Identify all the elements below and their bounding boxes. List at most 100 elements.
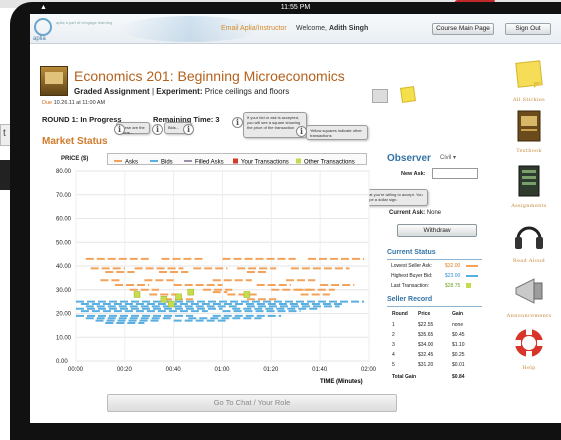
- email-instructor-link[interactable]: Email Aplia/Instructor: [221, 25, 287, 32]
- other-transaction-point: [175, 293, 182, 301]
- gain-cell: $1.10: [452, 342, 465, 348]
- gain-cell: $0.01: [452, 362, 465, 368]
- observer-select[interactable]: Civil ▾: [440, 153, 476, 164]
- gain-cell: none: [452, 322, 464, 328]
- sidebar-label: Assignments: [511, 203, 547, 209]
- lifebuoy-icon: [515, 329, 543, 357]
- legend-swatch-your-transactions: [233, 158, 238, 164]
- withdraw-button[interactable]: Withdraw: [397, 224, 477, 237]
- status-label: Last Transaction:: [391, 283, 430, 289]
- due-date: Due 10.26.11 at 11:00 AM: [42, 100, 105, 106]
- info-icon-filled[interactable]: i: [183, 124, 194, 135]
- info-icon-bids[interactable]: i: [152, 124, 163, 135]
- x-tick-label: 00:20: [117, 367, 133, 373]
- sidebar-item-assignments[interactable]: Assignments: [504, 164, 554, 209]
- logo-text: aplia: [33, 36, 46, 42]
- app-screen: aplia aplia a part of cengage learning E…: [30, 14, 561, 423]
- price-cell: $35.65: [418, 332, 434, 338]
- round-cell: 4: [392, 352, 395, 358]
- chart-y-ticks: 80.00 70.00 60.00 50.00 40.00 30.00 20.00 10.00…: [56, 169, 72, 365]
- seller-record-divider: [387, 306, 482, 307]
- sidebar-item-read-aloud[interactable]: Read Aloud: [504, 219, 554, 264]
- sticky-note-icon[interactable]: [400, 86, 416, 103]
- observer-title: Observer: [387, 153, 431, 164]
- desktop-tab-label: t: [3, 128, 6, 139]
- seller-record-title: Seller Record: [387, 296, 433, 303]
- market-status-title: Market Status: [42, 136, 108, 147]
- sidebar-label: Help: [522, 365, 536, 371]
- header-round: Round: [392, 311, 408, 317]
- sidebar-item-help[interactable]: Help: [504, 326, 554, 371]
- go-to-chat-button[interactable]: Go To Chat / Your Role: [107, 394, 397, 412]
- x-tick-label: 02:00: [361, 367, 377, 373]
- sidebar-label: Announcements: [506, 313, 552, 319]
- headphones-icon: [515, 226, 543, 249]
- chart-x-axis-label: TIME (Minutes): [320, 379, 363, 385]
- assignment-type: Graded Assignment: [74, 87, 150, 96]
- assignments-icon: [518, 165, 540, 197]
- sidebar-item-announcements[interactable]: Announcements: [504, 274, 554, 319]
- device-status-bar: ▲ 11:55 PM: [30, 2, 561, 14]
- info-icon-offers[interactable]: i: [114, 124, 125, 135]
- y-tick-label: 20.00: [56, 312, 72, 318]
- current-ask-value: None: [426, 210, 442, 216]
- market-chart: 80.00 70.00 60.00 50.00 40.00 30.00 20.00 10.00…: [56, 169, 377, 385]
- experiment-label: Experiment:: [156, 87, 203, 96]
- info-icon-your-transactions[interactable]: i: [232, 117, 243, 128]
- chevron-down-icon: ▾: [453, 155, 457, 161]
- tooltip-other-transactions: Yellow squares indicate other transactio…: [306, 125, 368, 140]
- y-tick-label: 40.00: [56, 264, 72, 270]
- price-cell: $22.55: [418, 322, 434, 328]
- course-main-page-button[interactable]: Course Main Page: [432, 23, 494, 35]
- round-cell: 5: [392, 362, 395, 368]
- textbook-icon: [517, 110, 541, 142]
- info-icon-other-transactions[interactable]: i: [296, 126, 307, 137]
- round-cell: 2: [392, 332, 395, 338]
- sidebar-label: Read Aloud: [512, 258, 546, 264]
- status-value: $32.00: [445, 263, 461, 269]
- round-cell: 3: [392, 342, 395, 348]
- wifi-icon: ▲: [40, 4, 47, 11]
- price-cell: $31.20: [418, 362, 434, 368]
- status-swatch: [466, 283, 471, 288]
- welcome-prefix: Welcome,: [296, 25, 327, 32]
- document-icon[interactable]: [372, 89, 388, 103]
- price-cell: $32.45: [418, 352, 434, 358]
- course-book-icon: [40, 66, 68, 96]
- current-status-divider: [387, 259, 482, 260]
- aplia-logo-icon: [34, 18, 52, 36]
- status-label: Lowest Seller Ask:: [391, 263, 432, 269]
- experiment-name: Price ceilings and floors: [204, 87, 290, 96]
- other-transaction-point: [167, 300, 175, 308]
- x-tick-label: 00:40: [166, 367, 182, 373]
- new-ask-label: New Ask:: [401, 171, 426, 177]
- sidebar-label: Textbook: [516, 148, 542, 154]
- x-tick-label: 01:00: [215, 367, 231, 373]
- course-title: Economics 201: Beginning Microeconomics: [74, 68, 345, 84]
- sidebar-item-all-stickies[interactable]: All Stickies: [504, 58, 554, 103]
- x-tick-label: 00:00: [68, 367, 84, 373]
- round-status: ROUND 1: In Progress: [42, 115, 122, 124]
- welcome-text: Welcome, Adith Singh: [296, 25, 368, 32]
- status-value: $28.75: [445, 283, 461, 289]
- total-gain-value: $0.84: [452, 374, 465, 380]
- due-date-value: 10.26.11 at 11:00 AM: [53, 100, 106, 106]
- total-gain-label: Total Gain: [392, 374, 417, 380]
- chart-y-axis-label: PRICE ($): [61, 156, 89, 162]
- status-label: Highest Buyer Bid:: [391, 273, 433, 279]
- y-tick-label: 30.00: [56, 288, 72, 294]
- current-ask-label: Current Ask:: [389, 210, 426, 216]
- y-tick-label: 10.00: [56, 335, 72, 341]
- sidebar-item-textbook[interactable]: Textbook: [504, 109, 554, 154]
- other-transaction-point: [133, 291, 141, 298]
- top-header: aplia aplia a part of cengage learning E…: [30, 14, 561, 44]
- new-ask-input[interactable]: [432, 168, 478, 179]
- gain-cell: $0.45: [452, 332, 465, 338]
- header-price: Price: [418, 311, 431, 317]
- sign-out-button[interactable]: Sign Out: [505, 23, 551, 35]
- x-tick-label: 01:40: [312, 367, 328, 373]
- y-tick-label: 70.00: [56, 193, 72, 199]
- current-status-title: Current Status: [387, 249, 436, 256]
- observer-select-value: Civil: [440, 155, 452, 161]
- sticky-note-icon: [515, 60, 543, 88]
